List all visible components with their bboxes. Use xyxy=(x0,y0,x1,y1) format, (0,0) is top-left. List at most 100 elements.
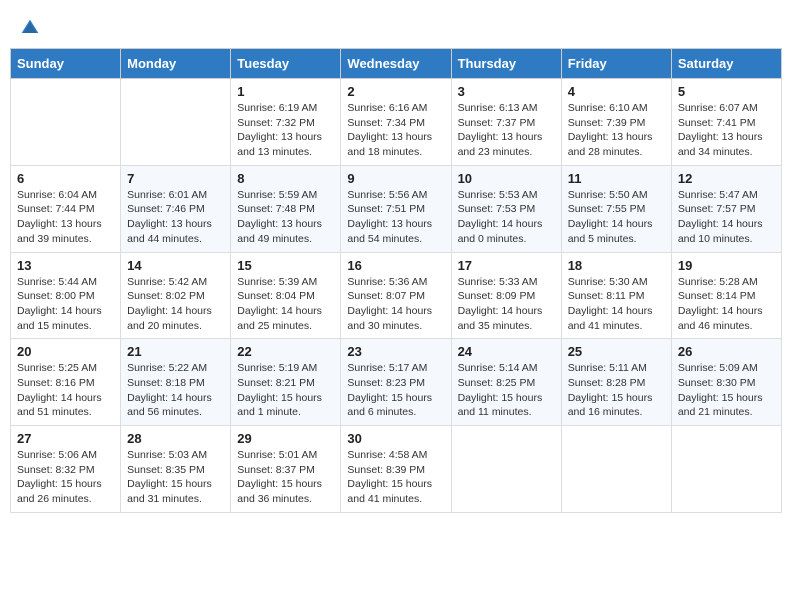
calendar-cell: 23Sunrise: 5:17 AM Sunset: 8:23 PM Dayli… xyxy=(341,339,451,426)
day-number: 16 xyxy=(347,258,444,273)
day-number: 3 xyxy=(458,84,555,99)
day-number: 29 xyxy=(237,431,334,446)
day-number: 10 xyxy=(458,171,555,186)
logo-icon xyxy=(20,18,40,38)
day-number: 11 xyxy=(568,171,665,186)
calendar-cell: 26 Sunrise: 5:09 AM Sunset: 8:30 PM Dayli… xyxy=(671,339,781,426)
day-info: Sunrise: 5:25 AM Sunset: 8:16 PM Dayligh… xyxy=(17,361,114,420)
col-header-wednesday: Wednesday xyxy=(341,49,451,79)
day-info: Sunrise: 5:11 AM Sunset: 8:28 PM Dayligh… xyxy=(568,361,665,420)
day-number: 24 xyxy=(458,344,555,359)
day-number: 17 xyxy=(458,258,555,273)
day-number: 26 xyxy=(678,344,775,359)
day-info: Sunrise: 5:17 AM Sunset: 8:23 PM Dayligh… xyxy=(347,361,444,420)
calendar-cell: 28 Sunrise: 5:03 AM Sunset: 8:35 PM Dayli… xyxy=(121,426,231,513)
day-info: Sunrise: 5:42 AM Sunset: 8:02 PM Dayligh… xyxy=(127,275,224,334)
page-header xyxy=(10,10,782,42)
day-number: 12 xyxy=(678,171,775,186)
calendar-cell xyxy=(451,426,561,513)
day-info: Sunrise: 5:19 AM Sunset: 8:21 PM Dayligh… xyxy=(237,361,334,420)
calendar-cell: 9 Sunrise: 5:56 AM Sunset: 7:51 PM Daylig… xyxy=(341,165,451,252)
day-number: 22 xyxy=(237,344,334,359)
calendar-cell: 13Sunrise: 5:44 AM Sunset: 8:00 PM Dayli… xyxy=(11,252,121,339)
day-info: Sunrise: 5:59 AM Sunset: 7:48 PM Dayligh… xyxy=(237,188,334,247)
calendar-cell: 8 Sunrise: 5:59 AM Sunset: 7:48 PM Daylig… xyxy=(231,165,341,252)
calendar-week-row: 27 Sunrise: 5:06 AM Sunset: 8:32 PM Dayli… xyxy=(11,426,782,513)
day-number: 5 xyxy=(678,84,775,99)
calendar-cell: 4 Sunrise: 6:10 AM Sunset: 7:39 PM Daylig… xyxy=(561,79,671,166)
day-info: Sunrise: 5:36 AM Sunset: 8:07 PM Dayligh… xyxy=(347,275,444,334)
calendar-header-row: SundayMondayTuesdayWednesdayThursdayFrid… xyxy=(11,49,782,79)
day-number: 13 xyxy=(17,258,114,273)
day-number: 20 xyxy=(17,344,114,359)
calendar-cell: 20 Sunrise: 5:25 AM Sunset: 8:16 PM Dayli… xyxy=(11,339,121,426)
day-info: Sunrise: 5:03 AM Sunset: 8:35 PM Dayligh… xyxy=(127,448,224,507)
day-info: Sunrise: 5:06 AM Sunset: 8:32 PM Dayligh… xyxy=(17,448,114,507)
day-number: 9 xyxy=(347,171,444,186)
day-info: Sunrise: 6:19 AM Sunset: 7:32 PM Dayligh… xyxy=(237,101,334,160)
calendar-week-row: 1 Sunrise: 6:19 AM Sunset: 7:32 PM Daylig… xyxy=(11,79,782,166)
day-number: 21 xyxy=(127,344,224,359)
day-number: 14 xyxy=(127,258,224,273)
day-info: Sunrise: 5:56 AM Sunset: 7:51 PM Dayligh… xyxy=(347,188,444,247)
day-info: Sunrise: 5:14 AM Sunset: 8:25 PM Dayligh… xyxy=(458,361,555,420)
calendar-week-row: 13Sunrise: 5:44 AM Sunset: 8:00 PM Dayli… xyxy=(11,252,782,339)
day-info: Sunrise: 5:39 AM Sunset: 8:04 PM Dayligh… xyxy=(237,275,334,334)
calendar-cell: 27 Sunrise: 5:06 AM Sunset: 8:32 PM Dayli… xyxy=(11,426,121,513)
day-info: Sunrise: 5:22 AM Sunset: 8:18 PM Dayligh… xyxy=(127,361,224,420)
logo xyxy=(20,18,44,38)
calendar-cell: 5 Sunrise: 6:07 AM Sunset: 7:41 PM Daylig… xyxy=(671,79,781,166)
col-header-friday: Friday xyxy=(561,49,671,79)
calendar-cell: 16 Sunrise: 5:36 AM Sunset: 8:07 PM Dayli… xyxy=(341,252,451,339)
day-info: Sunrise: 5:09 AM Sunset: 8:30 PM Dayligh… xyxy=(678,361,775,420)
day-number: 2 xyxy=(347,84,444,99)
calendar-cell xyxy=(11,79,121,166)
day-number: 19 xyxy=(678,258,775,273)
day-number: 6 xyxy=(17,171,114,186)
day-number: 28 xyxy=(127,431,224,446)
day-number: 25 xyxy=(568,344,665,359)
calendar-cell: 30 Sunrise: 4:58 AM Sunset: 8:39 PM Dayli… xyxy=(341,426,451,513)
day-number: 4 xyxy=(568,84,665,99)
calendar-cell: 17 Sunrise: 5:33 AM Sunset: 8:09 PM Dayli… xyxy=(451,252,561,339)
day-info: Sunrise: 5:53 AM Sunset: 7:53 PM Dayligh… xyxy=(458,188,555,247)
calendar-cell: 18 Sunrise: 5:30 AM Sunset: 8:11 PM Dayli… xyxy=(561,252,671,339)
day-info: Sunrise: 6:10 AM Sunset: 7:39 PM Dayligh… xyxy=(568,101,665,160)
calendar-cell: 7Sunrise: 6:01 AM Sunset: 7:46 PM Daylig… xyxy=(121,165,231,252)
calendar-week-row: 20 Sunrise: 5:25 AM Sunset: 8:16 PM Dayli… xyxy=(11,339,782,426)
calendar-cell: 12 Sunrise: 5:47 AM Sunset: 7:57 PM Dayli… xyxy=(671,165,781,252)
calendar-cell: 19 Sunrise: 5:28 AM Sunset: 8:14 PM Dayli… xyxy=(671,252,781,339)
calendar-cell: 6Sunrise: 6:04 AM Sunset: 7:44 PM Daylig… xyxy=(11,165,121,252)
day-info: Sunrise: 5:01 AM Sunset: 8:37 PM Dayligh… xyxy=(237,448,334,507)
day-info: Sunrise: 5:50 AM Sunset: 7:55 PM Dayligh… xyxy=(568,188,665,247)
calendar-cell: 22 Sunrise: 5:19 AM Sunset: 8:21 PM Dayli… xyxy=(231,339,341,426)
day-number: 8 xyxy=(237,171,334,186)
calendar-cell xyxy=(671,426,781,513)
col-header-saturday: Saturday xyxy=(671,49,781,79)
calendar-cell: 21 Sunrise: 5:22 AM Sunset: 8:18 PM Dayli… xyxy=(121,339,231,426)
day-info: Sunrise: 5:28 AM Sunset: 8:14 PM Dayligh… xyxy=(678,275,775,334)
calendar-cell: 11 Sunrise: 5:50 AM Sunset: 7:55 PM Dayli… xyxy=(561,165,671,252)
calendar-cell: 15 Sunrise: 5:39 AM Sunset: 8:04 PM Dayli… xyxy=(231,252,341,339)
day-info: Sunrise: 6:16 AM Sunset: 7:34 PM Dayligh… xyxy=(347,101,444,160)
calendar-cell xyxy=(561,426,671,513)
day-info: Sunrise: 6:07 AM Sunset: 7:41 PM Dayligh… xyxy=(678,101,775,160)
col-header-monday: Monday xyxy=(121,49,231,79)
calendar-cell: 1 Sunrise: 6:19 AM Sunset: 7:32 PM Daylig… xyxy=(231,79,341,166)
calendar-cell: 25 Sunrise: 5:11 AM Sunset: 8:28 PM Dayli… xyxy=(561,339,671,426)
day-number: 30 xyxy=(347,431,444,446)
col-header-thursday: Thursday xyxy=(451,49,561,79)
col-header-tuesday: Tuesday xyxy=(231,49,341,79)
day-number: 15 xyxy=(237,258,334,273)
calendar-cell: 24 Sunrise: 5:14 AM Sunset: 8:25 PM Dayli… xyxy=(451,339,561,426)
day-number: 7 xyxy=(127,171,224,186)
day-number: 1 xyxy=(237,84,334,99)
day-number: 18 xyxy=(568,258,665,273)
day-info: Sunrise: 5:33 AM Sunset: 8:09 PM Dayligh… xyxy=(458,275,555,334)
calendar-cell: 10 Sunrise: 5:53 AM Sunset: 7:53 PM Dayli… xyxy=(451,165,561,252)
day-info: Sunrise: 4:58 AM Sunset: 8:39 PM Dayligh… xyxy=(347,448,444,507)
day-info: Sunrise: 5:47 AM Sunset: 7:57 PM Dayligh… xyxy=(678,188,775,247)
calendar-cell: 14 Sunrise: 5:42 AM Sunset: 8:02 PM Dayli… xyxy=(121,252,231,339)
day-number: 27 xyxy=(17,431,114,446)
day-info: Sunrise: 5:30 AM Sunset: 8:11 PM Dayligh… xyxy=(568,275,665,334)
